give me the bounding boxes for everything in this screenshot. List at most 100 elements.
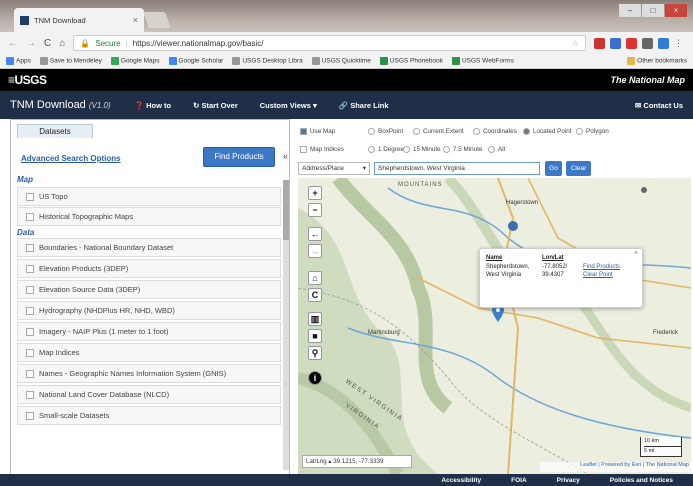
checkbox[interactable] (26, 411, 34, 420)
forward-arrow-icon[interactable]: → (308, 244, 322, 258)
latlng-readout[interactable]: Lat/Lng ▴ 39.1215, -77.3339 (302, 455, 412, 468)
extension-mail-icon[interactable] (594, 37, 605, 49)
radio-located-point[interactable]: Located Point (523, 128, 572, 135)
radio-polygon[interactable]: Polygon (576, 128, 609, 135)
trash-icon[interactable]: ▥ (308, 312, 322, 326)
maximize-icon[interactable]: □ (642, 4, 664, 17)
bookmark-item[interactable]: Google Maps (110, 57, 160, 65)
extension-blue-icon[interactable] (610, 37, 621, 49)
clear-point-link[interactable]: Clear Point (583, 272, 613, 278)
bookmark-item[interactable]: Google Scholar (168, 57, 223, 65)
forward-icon[interactable]: → (26, 38, 36, 49)
list-item[interactable]: Names - Geographic Names Information Sys… (17, 364, 281, 383)
scale-mi: 5 mi (644, 446, 681, 456)
use-map-checkbox[interactable]: Use Map (300, 128, 335, 135)
radio-current-extent[interactable]: Current Extent (413, 128, 464, 135)
find-products-button[interactable]: Find Products (203, 147, 275, 167)
layer-icon[interactable]: ■ (308, 329, 322, 343)
tab-datasets[interactable]: Datasets (17, 124, 93, 138)
list-item[interactable]: Elevation Products (3DEP) (17, 259, 281, 278)
list-item[interactable]: Elevation Source Data (3DEP) (17, 280, 281, 299)
list-item[interactable]: US Topo (17, 187, 281, 206)
list-item[interactable]: Boundaries - National Boundary Dataset (17, 238, 281, 257)
checkbox[interactable] (26, 243, 34, 252)
list-item[interactable]: National Land Cover Database (NLCD) (17, 385, 281, 404)
radio-15-minute[interactable]: 15 Minute (403, 146, 441, 153)
back-icon[interactable]: ← (8, 38, 18, 49)
bookmark-item[interactable]: USGS Quicktime (311, 57, 371, 65)
checkbox[interactable] (26, 390, 34, 399)
find-products-link[interactable]: Find Products (583, 264, 620, 270)
extension-grey-icon[interactable] (642, 37, 653, 49)
footer-link-policies[interactable]: Policies and Notices (610, 477, 673, 484)
list-item[interactable]: Hydrography (NHDPlus HR, NHD, WBD) (17, 301, 281, 320)
footer-link-foia[interactable]: FOIA (511, 477, 527, 484)
checkbox[interactable] (26, 327, 34, 336)
extension-shield-icon[interactable] (658, 37, 669, 49)
tab-close-icon[interactable]: × (133, 15, 138, 25)
bookmark-item[interactable]: USGS WebForms (451, 57, 514, 65)
home-icon[interactable]: ⌂ (59, 38, 65, 49)
checkbox[interactable] (26, 264, 34, 273)
radio-coordinates[interactable]: Coordinates (473, 128, 517, 135)
collapse-panel-icon[interactable]: « (283, 151, 291, 165)
radio-boxpoint[interactable]: BoxPoint (368, 128, 403, 135)
bookmark-item[interactable]: Save to Mendeley (39, 57, 102, 65)
list-item[interactable]: Historical Topographic Maps (17, 207, 281, 226)
list-item[interactable]: Small-scale Datasets (17, 406, 281, 425)
radio-7-5-minute[interactable]: 7.5 Minute (443, 146, 482, 153)
back-arrow-icon[interactable]: ← (308, 227, 322, 241)
menu-icon[interactable]: ⋮ (674, 38, 685, 49)
popup-close-icon[interactable]: × (634, 250, 638, 257)
bookmark-item[interactable]: USGS Desktop Libra (232, 57, 303, 65)
footer-link-privacy[interactable]: Privacy (557, 477, 580, 484)
zoom-in-button[interactable]: + (308, 186, 322, 200)
bookmark-item[interactable]: USGS Phonebook (379, 57, 443, 65)
advanced-search-link[interactable]: Advanced Search Options (21, 154, 121, 163)
radio-all[interactable]: All (488, 146, 505, 153)
refresh-icon[interactable]: C (308, 288, 322, 302)
contact-us-link[interactable]: ✉ Contact Us (635, 101, 683, 110)
reload-icon[interactable]: C (44, 38, 51, 49)
footer-link-accessibility[interactable]: Accessibility (441, 477, 481, 484)
address-input[interactable]: Shepherdstown, West Virginia (374, 162, 540, 175)
url-input[interactable]: 🔒 Secure | https://viewer.nationalmap.go… (73, 35, 586, 51)
bookmark-item[interactable]: Apps (6, 57, 31, 65)
go-button[interactable]: Go (545, 161, 562, 176)
checkbox[interactable] (26, 369, 34, 378)
list-item[interactable]: Imagery - NAIP Plus (1 meter to 1 foot) (17, 322, 281, 341)
checkbox[interactable] (26, 306, 34, 315)
marker-icon[interactable]: ⚲ (308, 346, 322, 360)
section-map-label: Map (17, 175, 33, 184)
checkbox[interactable] (26, 285, 34, 294)
checkbox[interactable] (26, 348, 34, 357)
clear-button[interactable]: Clear (566, 161, 591, 176)
map-attribution[interactable]: Leaflet | Powered by Esri | The National… (540, 462, 691, 472)
usgs-logo[interactable]: ≡USGS (8, 73, 47, 87)
map-basemap (298, 178, 691, 474)
share-link[interactable]: 🔗 Share Link (339, 101, 389, 110)
extension-red-icon[interactable] (626, 37, 637, 49)
checkbox[interactable] (26, 212, 34, 221)
info-icon[interactable]: i (308, 371, 322, 385)
home-icon[interactable]: ⌂ (308, 271, 322, 285)
bookmark-item[interactable]: Other bookmarks (627, 57, 687, 65)
map-label: Hagerstown (506, 200, 539, 206)
scale-km: 10 km (644, 438, 659, 444)
map-indices-checkbox[interactable]: Map Indices (300, 146, 344, 153)
start-over-link[interactable]: ↻ Start Over (193, 101, 238, 110)
list-item[interactable]: Map Indices (17, 343, 281, 362)
zoom-out-button[interactable]: − (308, 203, 322, 217)
close-window-icon[interactable]: × (665, 4, 687, 17)
browser-tab[interactable]: TNM Download × (14, 8, 144, 32)
panel-scroll-thumb[interactable] (283, 180, 289, 240)
how-to-link[interactable]: ❓ How to (135, 101, 171, 110)
star-icon[interactable]: ☆ (572, 39, 579, 48)
map-canvas[interactable]: MOUNTAINS Hagerstown Martinsburg Frederi… (298, 178, 691, 474)
custom-views-menu[interactable]: Custom Views ▾ (260, 101, 317, 110)
radio-1-degree[interactable]: 1 Degree (368, 146, 404, 153)
address-type-select[interactable]: Address/Place ▾ (298, 162, 370, 175)
minimize-icon[interactable]: – (619, 4, 641, 17)
checkbox[interactable] (26, 192, 34, 201)
national-map-brand[interactable]: The National Map (610, 75, 685, 85)
